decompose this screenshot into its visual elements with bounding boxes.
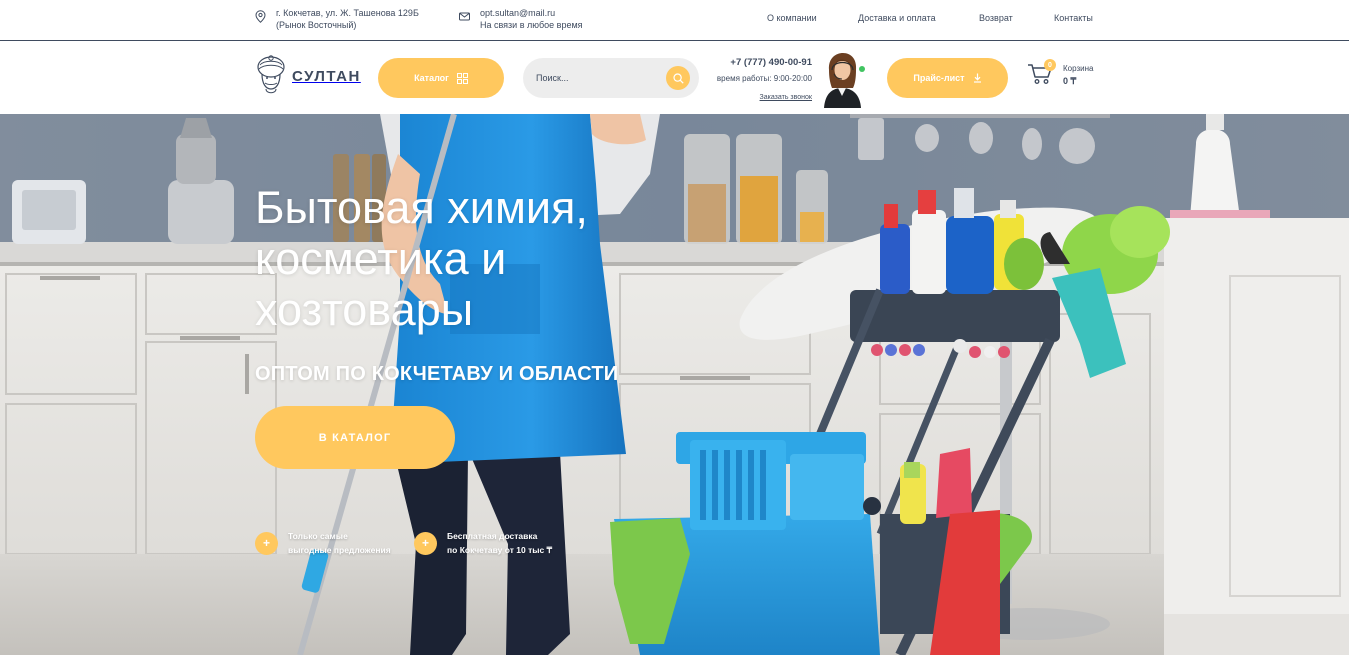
email-block: opt.sultan@mail.ru На связи в любое врем… [459,7,583,31]
cart-label: Корзина [1063,64,1094,73]
feature-1-line1: Только самые [288,531,348,541]
feature-best-offers: + Только самые выгодные предложения [255,529,391,557]
nav-delivery[interactable]: Доставка и оплата [858,13,936,23]
sultan-logo-icon [257,55,285,94]
search-button[interactable] [666,66,690,90]
plus-icon: + [414,531,437,555]
hero-title: Бытовая химия, косметика и хозтовары [255,182,675,335]
hero-subtitle: ОПТОМ ПО КОКЧЕТАВУ И ОБЛАСТИ [255,363,619,385]
online-indicator [859,66,865,72]
email-link[interactable]: opt.sultan@mail.ru [480,8,555,18]
cart-count-badge: 0 [1044,59,1056,71]
hero-title-line3: хозтовары [255,284,474,335]
nav-return[interactable]: Возврат [979,13,1013,23]
callback-link[interactable]: Заказать звонок [760,94,812,101]
email-subtitle: На связи в любое время [480,20,583,30]
feature-2-line2: по Кокчетаву от 10 тыс ₸ [447,545,552,555]
address-block: г. Кокчетав, ул. Ж. Ташенова 129Б (Рынок… [255,7,419,31]
hero-title-line1: Бытовая химия, [255,182,588,233]
catalog-button-label: Каталог [414,73,449,83]
phone-number[interactable]: +7 (777) 490-00-91 [717,57,812,69]
catalog-button[interactable]: Каталог [378,58,504,98]
search-box [523,58,699,98]
nav-contacts[interactable]: Контакты [1054,13,1093,23]
location-pin-icon [255,10,266,23]
logo[interactable]: СУЛТАН [254,54,361,98]
address-line2: (Рынок Восточный) [276,20,357,30]
search-input[interactable] [536,58,666,98]
header: СУЛТАН Каталог +7 (777) 490-00-91 время … [0,42,1349,114]
feature-2-line1: Бесплатная доставка [447,531,538,541]
search-icon [672,72,684,84]
address-line1: г. Кокчетав, ул. Ж. Ташенова 129Б [276,8,419,18]
hero-banner: Бытовая химия, косметика и хозтовары ОПТ… [0,114,1349,655]
hero-title-line2: косметика и [255,233,507,284]
contact-block: +7 (777) 490-00-91 время работы: 9:00-20… [717,57,812,104]
price-list-label: Прайс-лист [913,73,965,83]
plus-icon: + [255,531,278,555]
mail-icon [459,12,470,21]
top-bar: г. Кокчетав, ул. Ж. Ташенова 129Б (Рынок… [0,0,1349,41]
feature-free-delivery: + Бесплатная доставка по Кокчетаву от 10… [414,529,552,557]
feature-1-line2: выгодные предложения [288,545,391,555]
cart[interactable]: 0 Корзина 0 ₸ [1027,59,1094,88]
operator-avatar [822,50,862,108]
nav-about[interactable]: О компании [767,13,817,23]
download-icon [973,73,981,83]
cart-sum: 0 ₸ [1063,76,1077,86]
logo-text: СУЛТАН [292,67,361,85]
price-list-button[interactable]: Прайс-лист [887,58,1008,98]
grid-icon [456,72,468,84]
working-hours: время работы: 9:00-20:00 [716,74,812,83]
to-catalog-button[interactable]: В КАТАЛОГ [255,406,455,469]
